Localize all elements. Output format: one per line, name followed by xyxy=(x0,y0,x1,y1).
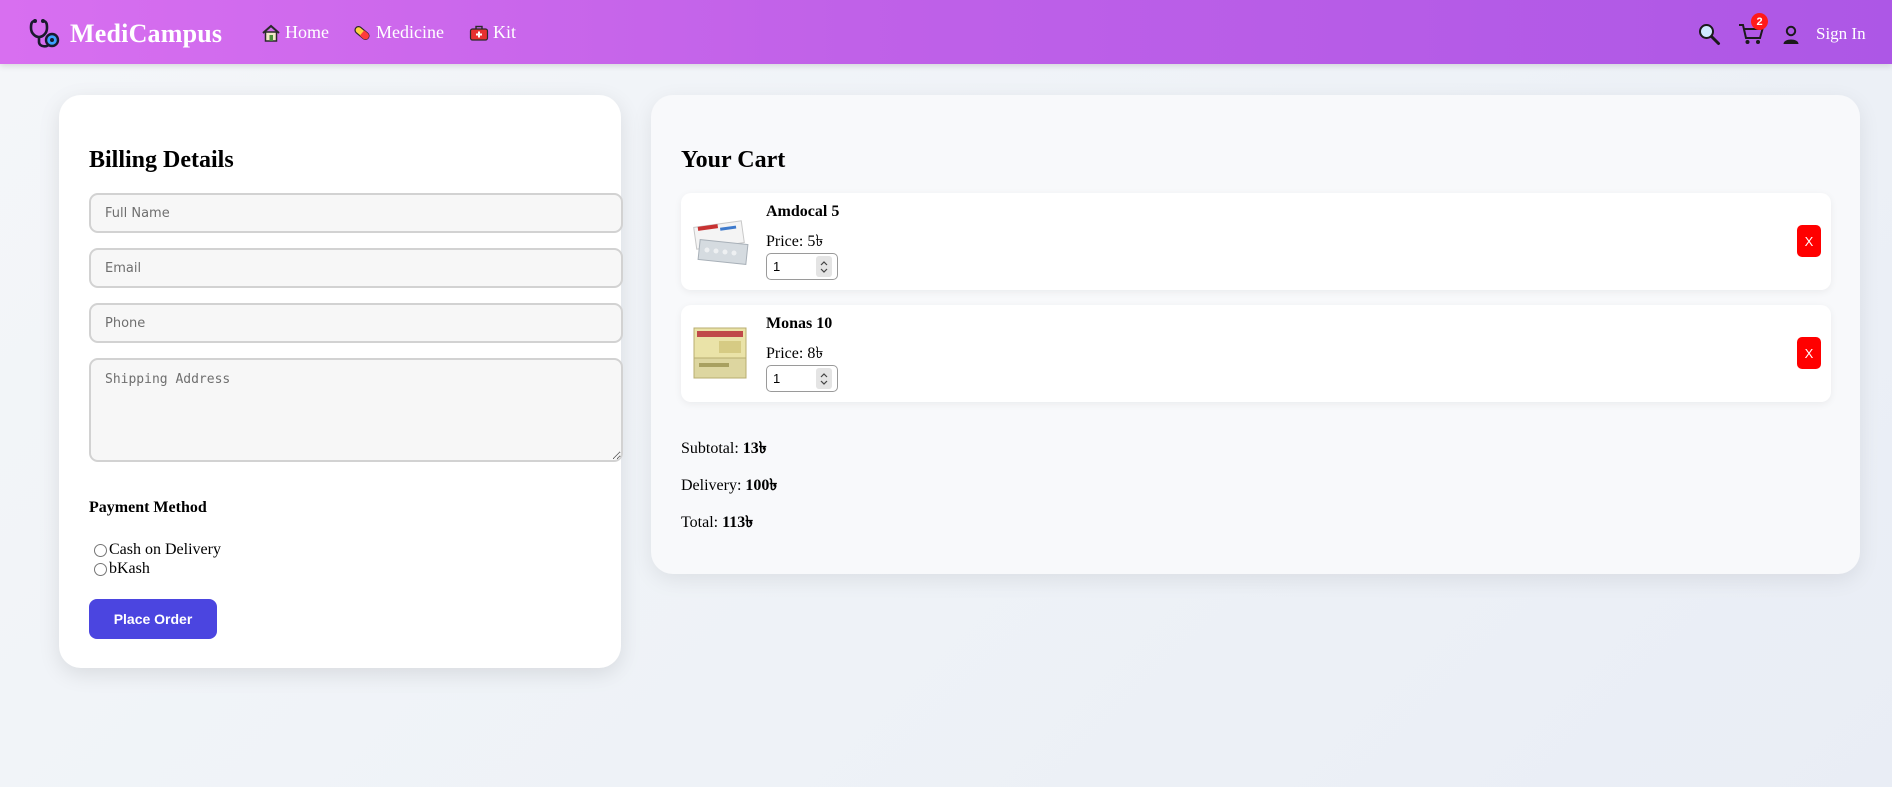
stethoscope-logo-icon xyxy=(29,19,60,48)
cod-radio[interactable] xyxy=(94,543,107,557)
brand-name: MediCampus xyxy=(70,19,223,48)
bkash-label: bKash xyxy=(109,560,150,577)
cart-item: Monas 10 Price: 8৳ 1 X xyxy=(681,305,1831,402)
product-image xyxy=(693,327,747,379)
search-icon[interactable] xyxy=(1697,22,1721,46)
brand[interactable]: MediCampus xyxy=(28,17,222,51)
chevron-down-icon[interactable] xyxy=(820,380,828,385)
sign-in-link[interactable]: Sign In xyxy=(1816,24,1866,44)
nav-medicine-label: Medicine xyxy=(376,22,444,42)
nav-kit[interactable]: Kit xyxy=(469,22,516,43)
total-label: Total: xyxy=(681,514,719,531)
nav-medicine[interactable]: Medicine xyxy=(352,22,444,43)
quantity-value[interactable]: 1 xyxy=(767,259,816,274)
delivery-value: 100৳ xyxy=(745,477,778,494)
quantity-value[interactable]: 1 xyxy=(767,371,816,386)
remove-item-button[interactable]: X xyxy=(1797,225,1821,257)
quantity-stepper[interactable]: 1 xyxy=(766,365,838,392)
product-image xyxy=(693,220,749,266)
subtotal-value: 13৳ xyxy=(742,440,767,457)
item-price: Price: 8৳ xyxy=(766,340,823,367)
quantity-stepper[interactable]: 1 xyxy=(766,253,838,280)
chevron-up-icon[interactable] xyxy=(820,260,828,266)
payment-option-cod[interactable]: Cash on Delivery xyxy=(94,541,221,559)
chevron-up-icon[interactable] xyxy=(820,372,828,378)
subtotal-label: Subtotal: xyxy=(681,440,739,457)
pill-icon xyxy=(354,25,370,40)
nav-home[interactable]: Home xyxy=(261,22,329,43)
price-label: Price: xyxy=(766,233,804,250)
payment-option-bkash[interactable]: bKash xyxy=(94,560,150,578)
cod-label: Cash on Delivery xyxy=(109,541,221,558)
home-icon xyxy=(262,24,280,42)
email-input[interactable] xyxy=(89,248,623,288)
price-label: Price: xyxy=(766,345,804,362)
full-name-input[interactable] xyxy=(89,193,623,233)
quantity-spin-buttons[interactable] xyxy=(816,368,832,389)
cart-item: Amdocal 5 Price: 5৳ 1 X xyxy=(681,193,1831,290)
medical-kit-icon xyxy=(469,25,489,41)
user-icon[interactable] xyxy=(1782,25,1800,45)
billing-card: Billing Details Payment Method Cash on D… xyxy=(59,95,623,668)
payment-method-label: Payment Method xyxy=(89,499,207,516)
cart-card: Your Cart Amdocal 5 Price: 5৳ 1 X Monas … xyxy=(651,95,1860,574)
nav-home-label: Home xyxy=(285,22,329,42)
place-order-button[interactable]: Place Order xyxy=(89,599,217,639)
subtotal-line: Subtotal: 13৳ xyxy=(681,435,767,462)
top-navbar: MediCampus Home Medicine Kit 2 Sign In xyxy=(0,0,1892,64)
item-name: Monas 10 xyxy=(766,315,833,332)
cart-button[interactable]: 2 xyxy=(1738,13,1768,46)
cart-title: Your Cart xyxy=(681,147,786,173)
phone-input[interactable] xyxy=(89,303,623,343)
cart-count-badge: 2 xyxy=(1751,13,1768,30)
delivery-label: Delivery: xyxy=(681,477,742,494)
price-value: 8৳ xyxy=(807,345,824,362)
total-line: Total: 113৳ xyxy=(681,509,753,536)
quantity-spin-buttons[interactable] xyxy=(816,256,832,277)
remove-item-button[interactable]: X xyxy=(1797,337,1821,369)
total-value: 113৳ xyxy=(722,514,754,531)
nav-kit-label: Kit xyxy=(493,22,517,42)
bkash-radio[interactable] xyxy=(94,562,107,576)
chevron-down-icon[interactable] xyxy=(820,268,828,273)
billing-title: Billing Details xyxy=(89,147,234,173)
item-name: Amdocal 5 xyxy=(766,203,840,220)
delivery-line: Delivery: 100৳ xyxy=(681,472,777,499)
item-price: Price: 5৳ xyxy=(766,228,823,255)
shipping-address-input[interactable] xyxy=(89,358,623,462)
price-value: 5৳ xyxy=(807,233,824,250)
